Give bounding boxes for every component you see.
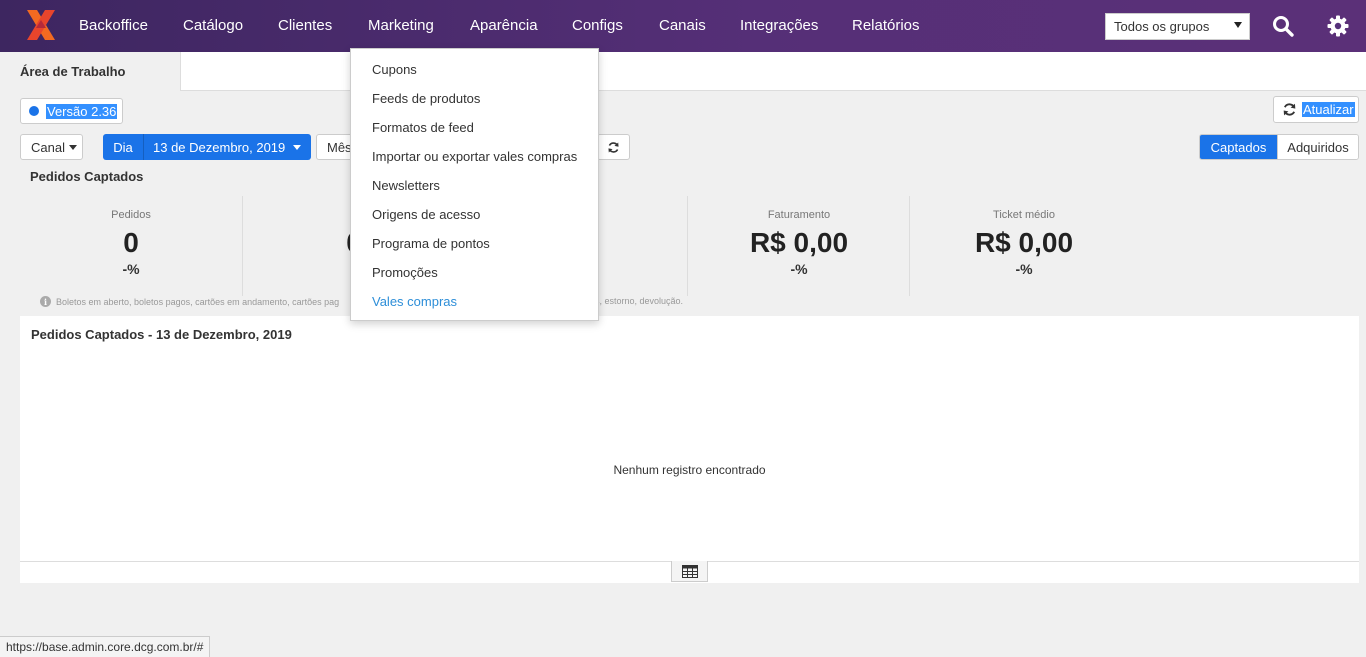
month-label: Mês <box>327 139 352 155</box>
group-select-value: Todos os grupos <box>1114 19 1210 34</box>
table-view-button[interactable] <box>671 561 708 582</box>
captados-adquiridos-toggle: Captados Adquiridos <box>1199 134 1359 160</box>
caret-down-icon[interactable] <box>293 144 301 150</box>
table-icon <box>681 564 698 578</box>
stat-percent: -% <box>790 261 808 277</box>
section-title: Pedidos Captados <box>30 169 144 184</box>
menu-item-programa-de-pontos[interactable]: Programa de pontos <box>372 236 490 251</box>
brand-logo-icon[interactable] <box>24 8 58 42</box>
nav-integracoes[interactable]: Integrações <box>740 17 818 34</box>
nav-configs[interactable]: Configs <box>572 17 623 34</box>
refresh-button[interactable]: Atualizar <box>1273 96 1359 123</box>
menu-item-formatos-de-feed[interactable]: Formatos de feed <box>372 120 474 135</box>
stat-label: Ticket médio <box>993 209 1055 221</box>
stats-note-text-tail: os, estorno, devolução. <box>590 296 684 306</box>
nav-aparencia[interactable]: Aparência <box>470 17 538 34</box>
day-period-button[interactable]: Dia <box>103 134 144 160</box>
refresh-icon <box>608 141 619 153</box>
caret-down-icon <box>68 144 77 150</box>
canal-dropdown-button[interactable]: Canal <box>20 134 83 160</box>
stat-value: R$ 0,00 <box>974 227 1074 258</box>
stat-value: R$ 0,00 <box>749 227 849 258</box>
stat-percent: -% <box>1015 261 1033 277</box>
chevron-down-icon <box>1234 22 1242 28</box>
date-picker-button[interactable]: 13 de Dezembro, 2019 <box>144 140 293 155</box>
stats-note-text: Boletos em aberto, boletos pagos, cartõe… <box>56 296 340 307</box>
reload-button[interactable] <box>597 134 630 160</box>
top-navbar: Backoffice Catálogo Clientes Marketing A… <box>0 0 1366 52</box>
date-picker-group: Dia 13 de Dezembro, 2019 <box>103 134 311 160</box>
nav-clientes[interactable]: Clientes <box>278 17 332 34</box>
stat-faturamento: Faturamento R$ 0,00 -% <box>688 196 910 296</box>
info-icon: i <box>40 296 51 307</box>
refresh-icon <box>1283 103 1296 116</box>
nav-marketing[interactable]: Marketing <box>368 17 434 34</box>
stat-pedidos: Pedidos 0 -% <box>20 196 242 296</box>
status-url: https://base.admin.core.dcg.com.br/# <box>0 636 211 657</box>
stats-note: i Boletos em aberto, boletos pagos, cart… <box>40 296 339 307</box>
status-dot-icon <box>29 106 39 116</box>
stat-value: 0 <box>123 227 139 258</box>
version-badge[interactable]: Versão 2.36 <box>20 98 123 124</box>
orders-panel: Pedidos Captados - 13 de Dezembro, 2019 … <box>20 316 1359 583</box>
captados-button[interactable]: Captados <box>1200 135 1277 159</box>
stat-divider <box>909 196 910 296</box>
menu-item-newsletters[interactable]: Newsletters <box>372 178 440 193</box>
menu-item-vales-compras[interactable]: Vales compras <box>372 294 457 309</box>
canal-label: Canal <box>31 139 65 155</box>
stat-label: Faturamento <box>767 209 831 221</box>
nav-relatorios[interactable]: Relatórios <box>852 17 920 34</box>
stat-ticket-medio: Ticket médio R$ 0,00 -% <box>913 196 1135 296</box>
stat-percent: -% <box>122 261 140 277</box>
empty-message: Nenhum registro encontrado <box>613 463 766 477</box>
version-label: Versão 2.36 <box>46 103 118 119</box>
panel-title: Pedidos Captados - 13 de Dezembro, 2019 <box>31 327 292 342</box>
adquiridos-button[interactable]: Adquiridos <box>1277 135 1358 159</box>
stat-label: Pedidos <box>111 209 151 221</box>
tab-bar: Área de Trabalho <box>0 52 1366 91</box>
search-icon[interactable] <box>1271 14 1295 38</box>
tab-area-de-trabalho[interactable]: Área de Trabalho <box>0 52 181 91</box>
menu-item-origens-de-acesso[interactable]: Origens de acesso <box>372 207 480 222</box>
nav-backoffice[interactable]: Backoffice <box>79 17 148 34</box>
group-select[interactable]: Todos os grupos <box>1105 13 1250 40</box>
gear-icon[interactable] <box>1326 14 1350 38</box>
menu-item-feeds-de-produtos[interactable]: Feeds de produtos <box>372 91 480 106</box>
menu-item-importar-exportar[interactable]: Importar ou exportar vales compras <box>372 149 577 164</box>
nav-canais[interactable]: Canais <box>659 17 706 34</box>
refresh-label: Atualizar <box>1302 102 1355 117</box>
marketing-dropdown-menu: Cupons Feeds de produtos Formatos de fee… <box>350 48 599 321</box>
menu-item-cupons[interactable]: Cupons <box>372 62 417 77</box>
menu-item-promocoes[interactable]: Promoções <box>372 265 438 280</box>
nav-catalogo[interactable]: Catálogo <box>183 17 243 34</box>
stats-note-tail: os, estorno, devolução. <box>590 296 683 306</box>
